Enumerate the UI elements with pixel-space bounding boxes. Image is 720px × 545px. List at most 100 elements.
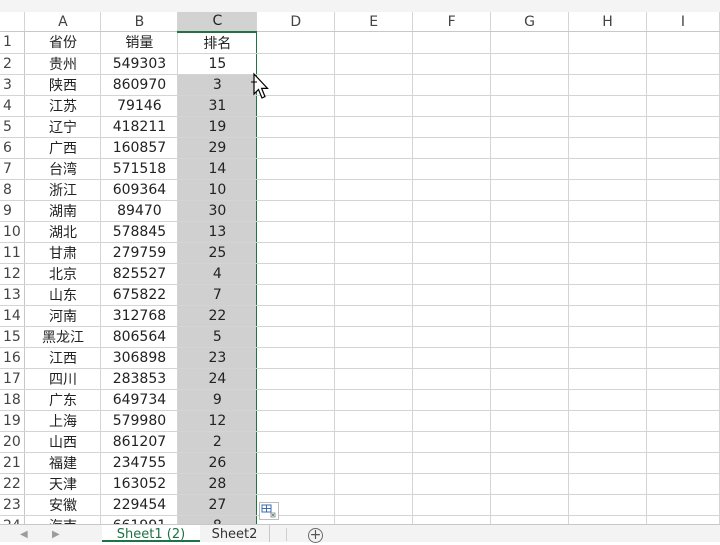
cell-g[interactable]: [490, 158, 570, 180]
cell-i[interactable]: [646, 74, 720, 96]
cell-c[interactable]: 7: [177, 284, 258, 306]
cell-h[interactable]: [568, 74, 647, 96]
row-header[interactable]: 20: [0, 431, 26, 453]
cell-c[interactable]: 22: [177, 305, 258, 327]
cell-i[interactable]: [646, 200, 720, 222]
cell-e[interactable]: [334, 368, 414, 390]
cell-f[interactable]: [412, 53, 492, 75]
column-header-g[interactable]: G: [490, 12, 570, 32]
cell-b[interactable]: 806564: [100, 326, 179, 348]
cell-c[interactable]: 排名: [177, 31, 258, 54]
cell-g[interactable]: [490, 305, 570, 327]
cell-f[interactable]: [412, 305, 492, 327]
cell-e[interactable]: [334, 494, 414, 516]
row-header[interactable]: 16: [0, 347, 26, 369]
cell-b[interactable]: 675822: [100, 284, 179, 306]
cell-d[interactable]: [256, 137, 336, 159]
cell-h[interactable]: [568, 242, 647, 264]
cell-h[interactable]: [568, 305, 647, 327]
cell-g[interactable]: [490, 347, 570, 369]
cell-e[interactable]: [334, 242, 414, 264]
cell-b[interactable]: 279759: [100, 242, 179, 264]
row-header[interactable]: 22: [0, 473, 26, 495]
cell-f[interactable]: [412, 368, 492, 390]
column-header-a[interactable]: A: [24, 12, 102, 32]
cell-a[interactable]: 省份: [24, 31, 102, 54]
cell-b[interactable]: 160857: [100, 137, 179, 159]
row-header[interactable]: 2: [0, 53, 26, 75]
cell-f[interactable]: [412, 389, 492, 411]
cell-e[interactable]: [334, 31, 414, 54]
cell-g[interactable]: [490, 389, 570, 411]
cell-h[interactable]: [568, 221, 647, 243]
nav-next-icon[interactable]: ▶: [52, 529, 60, 540]
column-header-b[interactable]: B: [100, 12, 179, 32]
column-header-h[interactable]: H: [568, 12, 647, 32]
cell-a[interactable]: 广西: [24, 137, 102, 159]
cell-a[interactable]: 甘肃: [24, 242, 102, 264]
nav-prev-icon[interactable]: ◀: [20, 529, 28, 540]
cell-e[interactable]: [334, 74, 414, 96]
cell-a[interactable]: 安徽: [24, 494, 102, 516]
cell-d[interactable]: [256, 473, 336, 495]
cell-e[interactable]: [334, 116, 414, 138]
cell-b[interactable]: 860970: [100, 74, 179, 96]
spreadsheet-grid[interactable]: ABCDEFGHI 1 省份 销量 排名 2 贵州 549303 15 3 陕西 860970 3 4 江…: [0, 12, 720, 524]
cell-d[interactable]: [256, 53, 336, 75]
cell-h[interactable]: [568, 431, 647, 453]
row-header[interactable]: 14: [0, 305, 26, 327]
cell-a[interactable]: 台湾: [24, 158, 102, 180]
cell-b[interactable]: 649734: [100, 389, 179, 411]
cell-e[interactable]: [334, 200, 414, 222]
cell-b[interactable]: 549303: [100, 53, 179, 75]
cell-g[interactable]: [490, 137, 570, 159]
cell-h[interactable]: [568, 95, 647, 117]
cell-f[interactable]: [412, 494, 492, 516]
cell-b[interactable]: 609364: [100, 179, 179, 201]
cell-c[interactable]: 10: [177, 179, 258, 201]
cell-c[interactable]: 28: [177, 473, 258, 495]
cell-h[interactable]: [568, 263, 647, 285]
cell-e[interactable]: [334, 515, 414, 524]
cell-h[interactable]: [568, 368, 647, 390]
cell-d[interactable]: [256, 242, 336, 264]
cell-c[interactable]: 19: [177, 116, 258, 138]
cell-b[interactable]: 229454: [100, 494, 179, 516]
cell-i[interactable]: [646, 137, 720, 159]
cell-g[interactable]: [490, 263, 570, 285]
cell-b[interactable]: 89470: [100, 200, 179, 222]
cell-e[interactable]: [334, 137, 414, 159]
cell-d[interactable]: [256, 263, 336, 285]
cell-h[interactable]: [568, 31, 647, 54]
cell-b[interactable]: 234755: [100, 452, 179, 474]
cell-f[interactable]: [412, 221, 492, 243]
cell-a[interactable]: 湖南: [24, 200, 102, 222]
cell-b[interactable]: 578845: [100, 221, 179, 243]
cell-a[interactable]: 山东: [24, 284, 102, 306]
cell-f[interactable]: [412, 179, 492, 201]
cell-e[interactable]: [334, 53, 414, 75]
cell-f[interactable]: [412, 74, 492, 96]
cell-f[interactable]: [412, 410, 492, 432]
cell-f[interactable]: [412, 242, 492, 264]
cell-e[interactable]: [334, 452, 414, 474]
row-header[interactable]: 11: [0, 242, 26, 264]
cell-h[interactable]: [568, 515, 647, 524]
cell-f[interactable]: [412, 515, 492, 524]
cell-g[interactable]: [490, 326, 570, 348]
cell-g[interactable]: [490, 494, 570, 516]
cell-f[interactable]: [412, 263, 492, 285]
cell-i[interactable]: [646, 389, 720, 411]
cell-h[interactable]: [568, 158, 647, 180]
cell-c[interactable]: 9: [177, 389, 258, 411]
cell-i[interactable]: [646, 515, 720, 524]
cell-g[interactable]: [490, 31, 570, 54]
cell-i[interactable]: [646, 263, 720, 285]
cell-f[interactable]: [412, 431, 492, 453]
cell-d[interactable]: [256, 221, 336, 243]
cell-b[interactable]: 306898: [100, 347, 179, 369]
cell-b[interactable]: 661991: [100, 515, 179, 524]
cell-b[interactable]: 283853: [100, 368, 179, 390]
cell-f[interactable]: [412, 116, 492, 138]
cell-g[interactable]: [490, 284, 570, 306]
